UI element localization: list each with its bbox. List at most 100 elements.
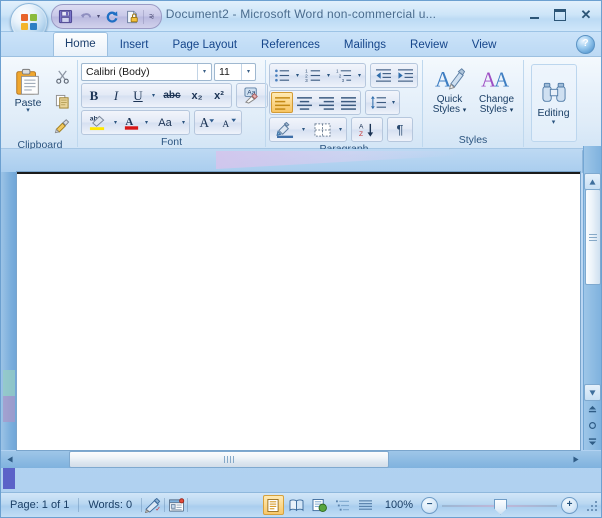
previous-page-button[interactable] — [585, 402, 600, 417]
scroll-down-button[interactable] — [584, 384, 601, 401]
align-center-icon[interactable] — [293, 92, 315, 113]
document-page[interactable] — [17, 172, 580, 450]
change-case-caret[interactable]: ▾ — [179, 119, 188, 126]
copy-icon[interactable] — [50, 90, 74, 113]
change-styles-button[interactable]: A A Change Styles ▾ — [473, 63, 520, 116]
horizontal-scroll-thumb[interactable] — [69, 451, 389, 468]
indent-bar — [370, 63, 418, 88]
font-color-caret[interactable]: ▾ — [142, 119, 151, 126]
strikethrough-icon[interactable]: abc — [158, 85, 186, 106]
shrink-font-icon[interactable]: A — [218, 112, 240, 133]
justify-icon[interactable] — [337, 92, 359, 113]
clear-formatting-icon[interactable]: Aa — [238, 85, 266, 106]
undo-dropdown-caret[interactable]: ▾ — [96, 14, 101, 20]
line-spacing-caret[interactable]: ▾ — [389, 99, 398, 106]
zoom-out-button[interactable]: − — [421, 497, 438, 514]
sort-icon[interactable]: A Z — [353, 119, 381, 140]
web-layout-view-button[interactable] — [309, 495, 330, 515]
full-screen-reading-view-button[interactable] — [286, 495, 307, 515]
tab-mailings[interactable]: Mailings — [332, 34, 398, 56]
align-bar — [269, 90, 361, 115]
save-icon[interactable] — [56, 7, 75, 26]
bullets-caret[interactable]: ▾ — [293, 72, 302, 79]
ribbon-group-clipboard: Paste ▾ — [3, 60, 77, 147]
vertical-scrollbar[interactable] — [583, 146, 601, 450]
scroll-up-button[interactable] — [584, 173, 601, 190]
align-left-icon[interactable] — [271, 92, 293, 113]
zoom-in-button[interactable]: + — [561, 497, 578, 514]
draft-view-button[interactable] — [355, 495, 376, 515]
paste-caret[interactable]: ▾ — [26, 108, 30, 114]
italic-icon[interactable]: I — [105, 85, 127, 106]
horizontal-scrollbar[interactable] — [1, 451, 584, 468]
help-icon[interactable]: ? — [576, 35, 595, 54]
quick-styles-button[interactable]: A Quick Styles ▾ — [426, 63, 473, 116]
editing-caret[interactable]: ▾ — [552, 119, 556, 126]
font-size-combo[interactable]: 11 ▾ — [214, 63, 256, 81]
paste-button[interactable]: Paste ▾ — [6, 63, 50, 115]
font-name-combo[interactable]: Calibri (Body) ▾ — [81, 63, 212, 81]
align-right-icon[interactable] — [315, 92, 337, 113]
office-button[interactable] — [5, 2, 47, 32]
borders-caret[interactable]: ▾ — [336, 126, 345, 133]
font-size-caret[interactable]: ▾ — [241, 64, 255, 80]
tab-view[interactable]: View — [460, 34, 509, 56]
multilevel-list-icon[interactable]: 123 — [333, 65, 355, 86]
subscript-icon[interactable]: x₂ — [186, 85, 208, 106]
bullets-icon[interactable] — [271, 65, 293, 86]
font-color-icon[interactable]: A — [120, 112, 142, 133]
customize-qat-icon[interactable]: ⩬ — [146, 11, 156, 22]
underline-caret[interactable]: ▾ — [149, 92, 158, 99]
numbering-icon[interactable]: 123 — [302, 65, 324, 86]
change-case-icon[interactable]: Aa — [151, 112, 179, 133]
tab-home[interactable]: Home — [53, 32, 108, 56]
tab-page-layout[interactable]: Page Layout — [160, 34, 249, 56]
zoom-slider-thumb[interactable] — [494, 499, 507, 515]
tab-references[interactable]: References — [249, 34, 332, 56]
scroll-right-button[interactable] — [568, 452, 583, 467]
insert-mode-icon[interactable] — [165, 496, 187, 514]
superscript-icon[interactable]: x² — [208, 85, 230, 106]
shading-icon[interactable] — [271, 119, 299, 140]
line-spacing-icon[interactable] — [367, 92, 389, 113]
print-layout-view-button[interactable] — [263, 495, 284, 515]
decrease-indent-icon[interactable] — [372, 65, 394, 86]
outline-view-button[interactable] — [332, 495, 353, 515]
print-preview-icon[interactable] — [122, 7, 141, 26]
tab-insert[interactable]: Insert — [108, 34, 161, 56]
change-styles-caret[interactable]: ▾ — [510, 107, 514, 114]
show-formatting-marks-icon[interactable]: ¶ — [389, 119, 411, 140]
close-button[interactable]: ✕ — [576, 6, 596, 23]
increase-indent-icon[interactable] — [394, 65, 416, 86]
redo-icon[interactable] — [102, 7, 121, 26]
text-highlight-icon[interactable]: ab — [83, 112, 111, 133]
tab-review[interactable]: Review — [398, 34, 460, 56]
proofing-errors-icon[interactable]: ✓ — [142, 496, 164, 514]
word-count-indicator[interactable]: Words: 0 — [79, 497, 141, 514]
quick-styles-caret[interactable]: ▾ — [463, 107, 467, 114]
cut-icon[interactable] — [50, 65, 74, 88]
scroll-left-button[interactable] — [2, 452, 17, 467]
font-name-caret[interactable]: ▾ — [197, 64, 211, 80]
maximize-button[interactable] — [550, 6, 570, 23]
select-browse-object-button[interactable] — [585, 418, 600, 433]
editing-button[interactable]: Editing ▾ — [531, 64, 577, 142]
shading-caret[interactable]: ▾ — [299, 126, 308, 133]
zoom-slider[interactable] — [442, 498, 557, 513]
minimize-button[interactable] — [524, 6, 544, 23]
resize-grip[interactable] — [584, 498, 598, 512]
zoom-percentage[interactable]: 100% — [377, 499, 421, 511]
borders-icon[interactable] — [308, 119, 336, 140]
status-bar: Page: 1 of 1 Words: 0 ✓ — [1, 492, 601, 517]
vertical-scroll-thumb[interactable] — [585, 189, 601, 285]
grow-font-icon[interactable]: A — [196, 112, 218, 133]
page-indicator[interactable]: Page: 1 of 1 — [1, 497, 78, 514]
format-painter-icon[interactable] — [50, 115, 74, 138]
multilevel-caret[interactable]: ▾ — [355, 72, 364, 79]
highlight-caret[interactable]: ▾ — [111, 119, 120, 126]
undo-icon[interactable] — [76, 7, 95, 26]
numbering-caret[interactable]: ▾ — [324, 72, 333, 79]
bold-icon[interactable]: B — [83, 85, 105, 106]
next-page-button[interactable] — [585, 434, 600, 449]
underline-icon[interactable]: U — [127, 85, 149, 106]
